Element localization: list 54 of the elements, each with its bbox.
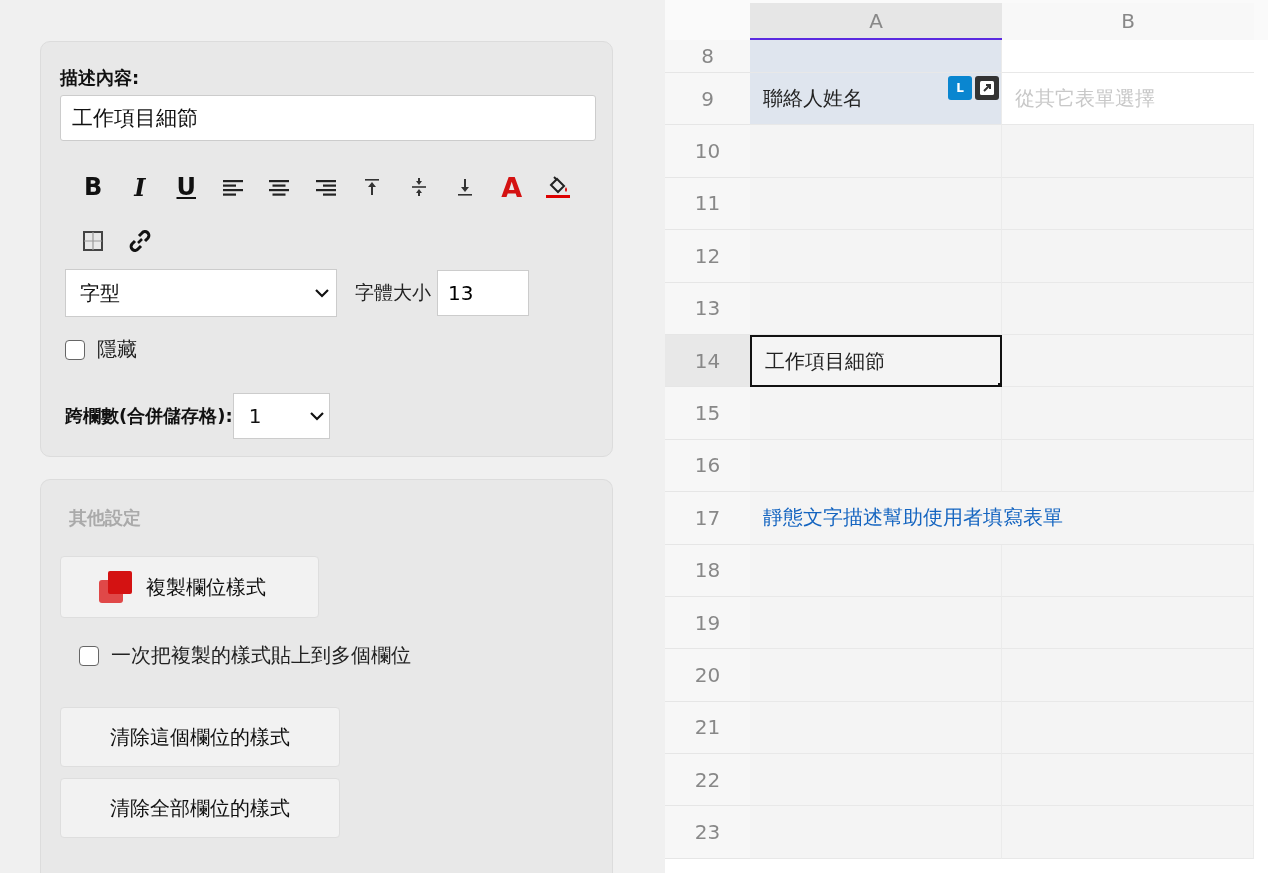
row-number: 10 bbox=[665, 125, 750, 178]
lookup-badge: L bbox=[948, 76, 972, 100]
font-size-label: 字體大小 bbox=[355, 280, 431, 305]
section-title: 其他設定 bbox=[69, 506, 142, 530]
table-grid-icon bbox=[82, 230, 105, 252]
font-select[interactable]: 字型 bbox=[65, 269, 337, 317]
field-label: 聯絡人姓名 bbox=[763, 85, 863, 113]
row-number: 18 bbox=[665, 544, 750, 597]
row-number: 21 bbox=[665, 701, 750, 755]
colspan-select[interactable]: 1 bbox=[232, 393, 330, 439]
multi-paste-checkbox[interactable] bbox=[79, 645, 99, 666]
copy-style-button[interactable]: 複製欄位樣式 bbox=[60, 556, 319, 618]
text-cell[interactable]: 工作項目細節 bbox=[750, 334, 1002, 388]
row-number: 15 bbox=[665, 387, 750, 440]
row-number: 20 bbox=[665, 649, 750, 702]
underline-button[interactable]: U bbox=[163, 163, 210, 211]
row-number: 8 bbox=[665, 40, 750, 73]
hidden-checkbox[interactable] bbox=[65, 339, 85, 360]
hidden-label: 隱藏 bbox=[97, 336, 137, 363]
external-link-icon[interactable] bbox=[975, 76, 999, 100]
link-icon bbox=[127, 229, 152, 253]
align-right-icon bbox=[314, 177, 337, 197]
row-number: 23 bbox=[665, 806, 750, 859]
description-label: 描述內容: bbox=[60, 66, 141, 90]
clear-style-button[interactable]: 清除這個欄位的樣式 bbox=[60, 707, 340, 767]
align-top-icon bbox=[363, 177, 382, 197]
copy-icon bbox=[98, 570, 134, 604]
row-number: 9 bbox=[665, 73, 750, 126]
row-number: 16 bbox=[665, 439, 750, 493]
row-number: 11 bbox=[665, 177, 750, 231]
row-number: 13 bbox=[665, 282, 750, 335]
align-bottom-icon bbox=[456, 177, 475, 197]
static-text: 靜態文字描述幫助使用者填寫表單 bbox=[763, 504, 1063, 532]
chevron-down-icon bbox=[314, 288, 330, 298]
align-left-icon bbox=[221, 177, 244, 197]
align-center-icon bbox=[268, 177, 291, 197]
row-number: 19 bbox=[665, 596, 750, 650]
row-number: 22 bbox=[665, 754, 750, 807]
font-color-button[interactable]: A bbox=[488, 163, 535, 211]
chevron-down-icon bbox=[308, 411, 325, 421]
field-cell[interactable] bbox=[750, 40, 1002, 73]
row-number: 14 bbox=[665, 334, 750, 388]
clear-style-button[interactable]: 清除全部欄位的樣式 bbox=[60, 778, 340, 838]
row-number: 17 bbox=[665, 492, 750, 545]
field-cell[interactable]: 聯絡人姓名 L bbox=[750, 73, 1002, 126]
multi-paste-label: 一次把複製的樣式貼上到多個欄位 bbox=[111, 642, 411, 669]
align-middle-icon bbox=[409, 177, 428, 197]
colspan-label: 跨欄數(合併儲存格): bbox=[65, 404, 233, 428]
paint-bucket-icon bbox=[545, 175, 572, 199]
font-size-field[interactable]: 13 bbox=[437, 270, 529, 316]
italic-button[interactable]: I bbox=[116, 163, 163, 211]
bold-button[interactable]: B bbox=[70, 163, 117, 211]
description-field[interactable]: 工作項目細節 bbox=[60, 95, 596, 141]
row-number: 12 bbox=[665, 230, 750, 283]
